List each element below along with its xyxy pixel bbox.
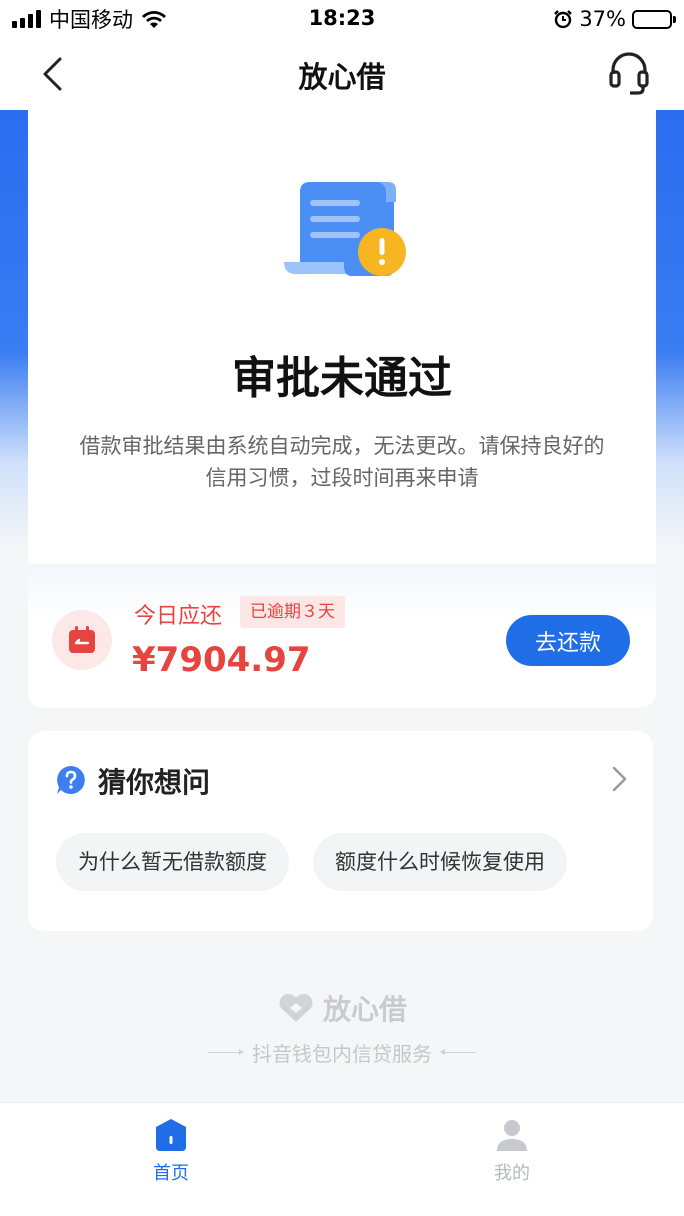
faq-title: 猜你想问 xyxy=(98,766,211,799)
faq-chip[interactable]: 额度什么时候恢复使用 xyxy=(313,833,567,891)
result-title: 审批未通过 xyxy=(232,353,452,404)
faq-chip[interactable]: 为什么暂无借款额度 xyxy=(56,833,289,891)
repayment-label: 今日应还 xyxy=(134,604,223,629)
tab-mine[interactable]: 我的 xyxy=(452,1117,572,1197)
nav-bar: 放心借 xyxy=(0,38,684,110)
chevron-right-icon[interactable] xyxy=(607,765,631,793)
faq-card: 猜你想问 为什么暂无借款额度 额度什么时候恢复使用 xyxy=(28,731,653,931)
brand-footer: 放心借 xyxy=(0,988,684,1028)
status-bar: 中国移动 18:23 37% xyxy=(0,0,684,38)
repayment-icon-badge xyxy=(52,610,112,670)
home-icon xyxy=(156,1119,186,1151)
user-icon xyxy=(497,1120,527,1151)
tab-home[interactable]: 首页 xyxy=(111,1117,231,1197)
calendar-icon xyxy=(69,626,95,653)
result-description: 借款审批结果由系统自动完成，无法更改。请保持良好的信用习惯，过段时间再来申请 xyxy=(79,434,605,490)
brand-tagline: 抖音钱包内信贷服务 xyxy=(252,1042,432,1066)
result-card: 审批未通过 借款审批结果由系统自动完成，无法更改。请保持良好的信用习惯，过段时间… xyxy=(28,110,656,708)
tab-bar: 首页 我的 xyxy=(0,1102,684,1216)
overdue-badge: 已逾期３天 xyxy=(240,596,345,628)
brand-name: 放心借 xyxy=(322,993,407,1026)
battery-percent: 37% xyxy=(579,7,626,31)
divider xyxy=(440,1049,476,1055)
tab-home-label: 首页 xyxy=(153,1163,189,1184)
brand-heart-logo-icon xyxy=(279,993,313,1022)
battery-icon xyxy=(632,9,676,29)
brand-tagline-row: 抖音钱包内信贷服务 xyxy=(0,1038,684,1067)
status-right: 37% xyxy=(553,6,676,32)
tab-mine-label: 我的 xyxy=(494,1163,530,1184)
question-bubble-icon xyxy=(57,766,85,794)
repay-button[interactable]: 去还款 xyxy=(506,615,630,666)
headset-icon xyxy=(609,52,649,95)
page-title: 放心借 xyxy=(298,60,386,94)
customer-service-button[interactable] xyxy=(604,48,654,98)
repayment-row: 今日应还 已逾期３天 ¥7904.97 去还款 xyxy=(28,564,656,708)
repayment-amount: ¥7904.97 xyxy=(132,640,311,680)
divider xyxy=(208,1049,244,1055)
alarm-icon xyxy=(554,10,573,29)
document-warning-icon xyxy=(284,182,406,276)
